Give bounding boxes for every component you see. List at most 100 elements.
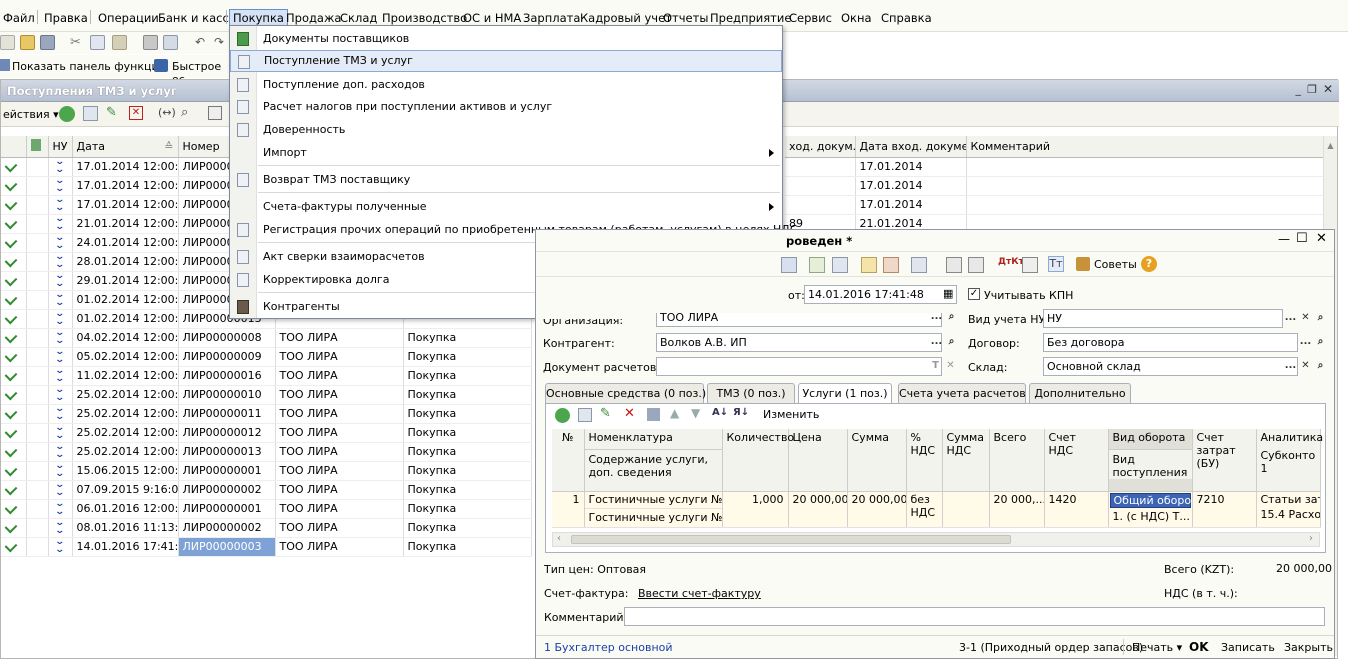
- svc-col-total[interactable]: Всего: [989, 429, 1045, 492]
- menu-item-0[interactable]: Файл: [0, 9, 38, 27]
- doc-payment-type-icon[interactable]: T: [928, 358, 943, 375]
- col-comment[interactable]: Комментарий: [966, 136, 1326, 158]
- row-org[interactable]: ТОО ЛИРА: [275, 537, 404, 557]
- svc-cell-vat-acc[interactable]: 1420: [1044, 491, 1109, 528]
- tab-fixed-assets[interactable]: Основные средства (0 поз.): [545, 383, 706, 403]
- warehouse-select-button[interactable]: ...: [1283, 358, 1298, 375]
- save-button[interactable]: Записать: [1221, 641, 1275, 654]
- date-field[interactable]: 14.01.2016 17:41:48: [804, 285, 957, 304]
- row-date[interactable]: 01.02.2014 12:00:...: [72, 290, 179, 310]
- row-number[interactable]: ЛИР00000012: [178, 423, 276, 443]
- svc-cell-nom-value[interactable]: Гостиничные услуги №1: [589, 493, 722, 506]
- row-date[interactable]: 29.01.2014 12:00:...: [72, 271, 179, 291]
- row-date[interactable]: 14.01.2016 17:41:...: [72, 537, 179, 557]
- tax-mode-icon[interactable]: Тт: [1048, 256, 1064, 272]
- row-date[interactable]: 11.02.2014 12:00:...: [72, 366, 179, 386]
- menu-item-1[interactable]: Правка: [41, 9, 91, 27]
- doc-maximize-icon[interactable]: ☐: [1296, 231, 1308, 246]
- svc-col-cost-acc[interactable]: Счет затрат (БУ): [1192, 429, 1257, 492]
- row-number[interactable]: ЛИР00000008: [178, 328, 276, 348]
- print-icon[interactable]: [143, 35, 158, 50]
- copy-row-icon[interactable]: [83, 106, 98, 121]
- help-icon[interactable]: ?: [1141, 256, 1157, 272]
- tab-settlement-accounts[interactable]: Счета учета расчетов: [898, 383, 1026, 403]
- tab-additional[interactable]: Дополнительно: [1029, 383, 1131, 403]
- row-date[interactable]: 25.02.2014 12:00:...: [72, 442, 179, 462]
- svc-cell-cost-acc[interactable]: 7210: [1192, 491, 1257, 528]
- go-icon[interactable]: [911, 257, 927, 273]
- svc-col-turnover[interactable]: Вид оборота Вид поступления: [1108, 429, 1193, 492]
- row-date[interactable]: 08.01.2016 11:13:...: [72, 518, 179, 538]
- function-panel-icon[interactable]: [0, 59, 10, 71]
- svc-cell-nom[interactable]: Гостиничные услуги №1 Гостиничные услуги …: [584, 491, 723, 528]
- menu-item-15[interactable]: Справка: [878, 9, 935, 27]
- table-row[interactable]: ⌄ ⌄ 04.02.2014 12:00:... ЛИР00000008 ТОО ЛИР…: [1, 328, 532, 348]
- services-hscrollbar[interactable]: ‹ ›: [552, 532, 1320, 547]
- table-row[interactable]: ⌄ ⌄ 25.02.2014 12:00:... ЛИР00000011 ТОО ЛИР…: [1, 404, 532, 424]
- row-operation[interactable]: Покупка: [403, 404, 532, 424]
- redo-icon[interactable]: ↷: [214, 35, 229, 50]
- row-comment[interactable]: [966, 195, 1326, 215]
- row-org[interactable]: ТОО ЛИРА: [275, 366, 404, 386]
- svc-cell-receipt-value[interactable]: 1. (с НДС) Т...: [1113, 510, 1190, 523]
- row-number[interactable]: ЛИР00000009: [178, 347, 276, 367]
- row-date[interactable]: 25.02.2014 12:00:...: [72, 404, 179, 424]
- col-nu[interactable]: НУ: [48, 136, 73, 158]
- svc-cell-subkonto-value[interactable]: 15.4 Расход: [1261, 508, 1320, 521]
- table-row[interactable]: ⌄ ⌄ 05.02.2014 12:00:... ЛИР00000009 ТОО ЛИР…: [1, 347, 532, 367]
- edit-icon[interactable]: ✎: [106, 105, 117, 120]
- svc-cell-analytics[interactable]: Статьи затр 15.4 Расход: [1256, 491, 1321, 528]
- filter-icon[interactable]: [208, 106, 222, 120]
- row-date[interactable]: 21.01.2014 12:00:...: [72, 214, 179, 234]
- row-date[interactable]: 04.02.2014 12:00:...: [72, 328, 179, 348]
- row-in-doc[interactable]: [785, 176, 856, 196]
- svc-copy-icon[interactable]: [578, 408, 592, 422]
- delete-icon[interactable]: ✕: [129, 106, 143, 120]
- menu-item-14[interactable]: Окна: [838, 9, 875, 27]
- row-date[interactable]: 28.01.2014 12:00:...: [72, 252, 179, 272]
- row-date[interactable]: 17.01.2014 12:00:...: [72, 176, 179, 196]
- col-status[interactable]: [1, 136, 27, 158]
- tab-services[interactable]: Услуги (1 поз.): [798, 383, 892, 404]
- table-row[interactable]: ⌄ ⌄ 08.01.2016 11:13:... ЛИР00000002 ТОО ЛИР…: [1, 518, 532, 538]
- svc-cell-n[interactable]: 1: [552, 491, 585, 528]
- row-operation[interactable]: Покупка: [403, 442, 532, 462]
- svc-col-nom[interactable]: Номенклатура Содержание услуги, доп. свед…: [584, 429, 723, 492]
- row-org[interactable]: ТОО ЛИРА: [275, 404, 404, 424]
- svc-cell-price[interactable]: 20 000,00: [788, 491, 848, 528]
- warehouse-search-icon[interactable]: ⌕: [1313, 358, 1328, 375]
- row-operation[interactable]: Покупка: [403, 423, 532, 443]
- dt-kt-icon[interactable]: ДтКт: [998, 257, 1024, 273]
- actions-menu[interactable]: ействия ▾: [3, 108, 59, 121]
- org-select-button[interactable]: ...: [929, 309, 944, 326]
- svc-delete-icon[interactable]: ✕: [624, 406, 635, 421]
- doc-payment-field[interactable]: [656, 357, 942, 376]
- svc-down-icon[interactable]: ▼: [691, 406, 700, 420]
- menu-item-13[interactable]: Сервис: [786, 9, 835, 27]
- svc-cell-turnover[interactable]: Общий оборот 1. (с НДС) Т...: [1108, 491, 1193, 528]
- open-folder-icon[interactable]: [20, 35, 35, 50]
- restore-icon[interactable]: ❐: [1307, 83, 1317, 96]
- row-operation[interactable]: Покупка: [403, 499, 532, 519]
- row-date[interactable]: 17.01.2014 12:00:...: [72, 195, 179, 215]
- invoice-link[interactable]: Ввести счет-фактуру: [638, 587, 761, 600]
- list-view-icon[interactable]: [946, 257, 962, 273]
- row-date[interactable]: 05.02.2014 12:00:...: [72, 347, 179, 367]
- contract-search-icon[interactable]: ⌕: [1313, 334, 1328, 351]
- svc-cell-vat-sum[interactable]: [942, 491, 990, 528]
- row-number[interactable]: ЛИР00000001: [178, 461, 276, 481]
- row-org[interactable]: ТОО ЛИРА: [275, 328, 404, 348]
- contract-select-button[interactable]: ...: [1298, 334, 1313, 351]
- show-panel-button[interactable]: Показать панель функций: [12, 60, 166, 73]
- svc-cell-turnover-value[interactable]: Общий оборот: [1109, 492, 1191, 508]
- print-form-label[interactable]: 3-1 (Приходный ордер запасов): [959, 641, 1143, 654]
- row-in-doc[interactable]: [785, 195, 856, 215]
- col-post-icon[interactable]: [26, 136, 49, 158]
- warehouse-field[interactable]: Основной склад: [1043, 357, 1298, 376]
- row-in-date[interactable]: 17.01.2014: [855, 157, 967, 177]
- row-date[interactable]: 17.01.2014 12:00:...: [72, 157, 179, 177]
- nu-search-icon[interactable]: ⌕: [1313, 310, 1328, 327]
- svc-col-vat-sum[interactable]: Сумма НДС: [942, 429, 990, 492]
- purchase-menu-item-6[interactable]: Возврат ТМЗ поставщику: [230, 169, 782, 191]
- row-date[interactable]: 25.02.2014 12:00:...: [72, 423, 179, 443]
